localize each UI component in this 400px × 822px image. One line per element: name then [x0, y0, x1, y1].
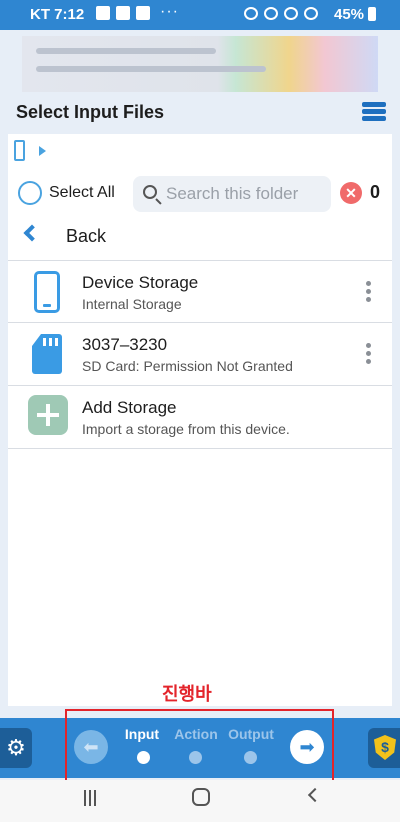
battery-percent: 45% [334, 6, 365, 23]
chevron-left-icon [23, 224, 41, 242]
add-icon [28, 395, 68, 435]
select-all-radio[interactable] [18, 181, 42, 205]
list-item-title: Device Storage [82, 273, 199, 292]
search-input[interactable] [166, 182, 326, 206]
list-item-subtitle: Internal Storage [82, 296, 182, 312]
recents-icon[interactable] [82, 790, 98, 808]
location-icon [264, 7, 278, 20]
alarm-icon [244, 7, 258, 20]
list-item-title: Add Storage [82, 398, 177, 417]
signal-icon [304, 7, 318, 20]
ad-banner[interactable] [22, 36, 378, 92]
list-item-title: 3037–3230 [82, 335, 168, 354]
clear-selection-icon[interactable]: ✕ [340, 182, 362, 204]
search-icon [143, 185, 157, 199]
list-item-subtitle: Import a storage from this device. [82, 421, 290, 437]
notification-icon [96, 6, 110, 20]
list-item-sd-card[interactable]: 3037–3230 SD Card: Permission Not Grante… [8, 323, 392, 386]
search-box[interactable] [133, 176, 331, 212]
list-item-subtitle: SD Card: Permission Not Granted [82, 358, 293, 374]
sd-card-icon [32, 334, 62, 374]
gallery-icon [116, 6, 130, 20]
more-notifications-icon: ··· [160, 3, 179, 20]
back-nav-icon[interactable] [307, 787, 323, 803]
annotation-label: 진행바 [162, 684, 212, 704]
selected-count: 0 [370, 182, 381, 202]
breadcrumb[interactable] [14, 140, 54, 164]
home-icon[interactable] [192, 788, 210, 806]
list-item-device-storage[interactable]: Device Storage Internal Storage [8, 260, 392, 323]
phone-icon [34, 271, 60, 313]
back-label: Back [66, 226, 107, 246]
select-toolbar: Select All ✕ 0 [8, 176, 392, 214]
select-all-label[interactable]: Select All [49, 184, 115, 202]
app-screen: Select Input Files Select All ✕ 0 Back [0, 30, 400, 780]
phone-icon [14, 140, 25, 161]
wifi-icon [284, 7, 298, 20]
ad-text-line [36, 48, 216, 54]
more-options-icon[interactable] [366, 281, 372, 305]
ad-text-line [36, 66, 266, 72]
menu-list-icon[interactable] [362, 102, 386, 122]
carrier-time: KT 7:12 [30, 6, 85, 23]
status-bar: KT 7:12 ··· 45% [0, 0, 400, 30]
notification-icons [96, 6, 150, 20]
list-item-add-storage[interactable]: Add Storage Import a storage from this d… [8, 386, 392, 449]
battery-icon [368, 7, 376, 21]
storage-list: Device Storage Internal Storage 3037–323… [8, 260, 392, 449]
system-nav-bar [0, 780, 400, 822]
flipboard-icon [136, 6, 150, 20]
page-title: Select Input Files [16, 102, 165, 122]
premium-shield-icon[interactable]: $ [368, 728, 400, 768]
system-icons [244, 7, 318, 20]
play-arrow-icon [39, 146, 46, 156]
header: Select Input Files [0, 96, 400, 132]
more-options-icon[interactable] [366, 343, 372, 367]
annotation-highlight-box [65, 709, 334, 782]
file-panel: Select All ✕ 0 Back Device Storage Inter… [8, 134, 392, 706]
back-button[interactable]: Back [8, 218, 392, 256]
settings-gear-icon[interactable]: ⚙ [0, 728, 32, 768]
